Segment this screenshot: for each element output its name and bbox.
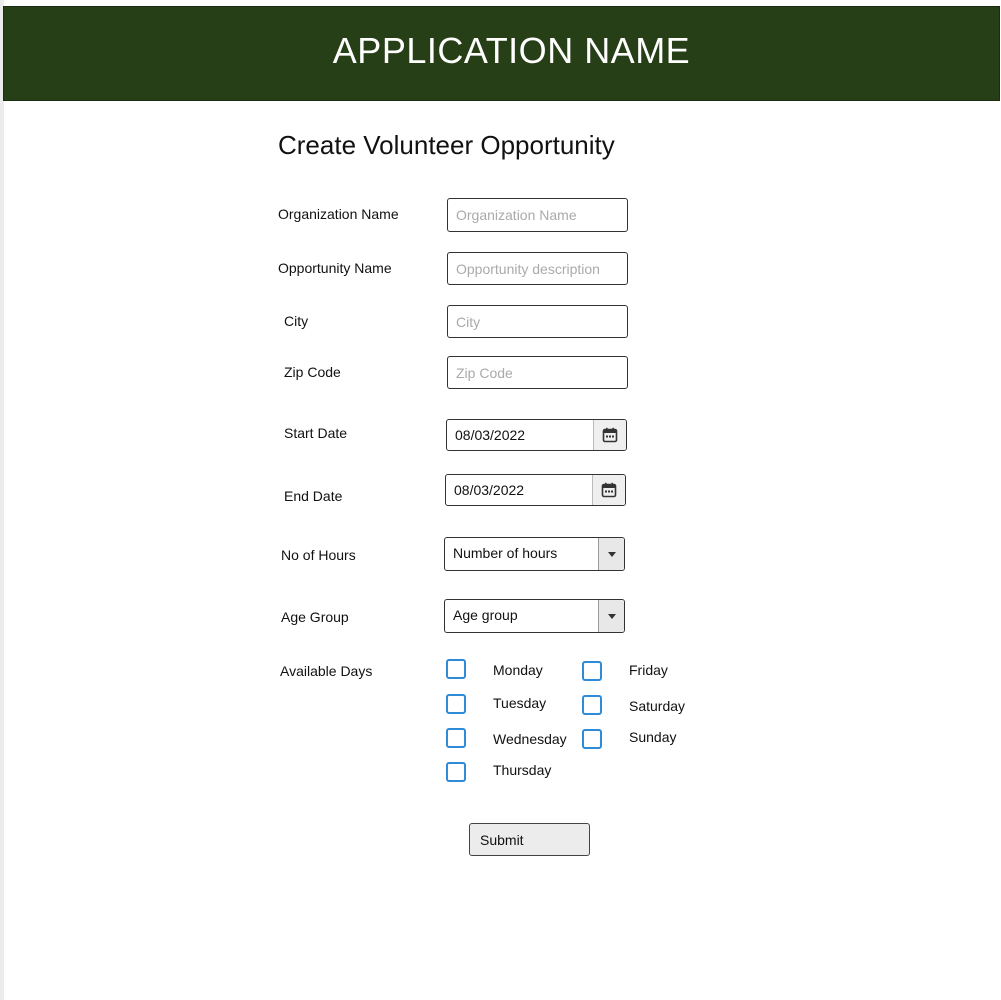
- zip-code-label: Zip Code: [284, 364, 341, 380]
- monday-label: Monday: [493, 662, 543, 678]
- age-group-selected-value: Age group: [453, 607, 518, 623]
- city-input[interactable]: [447, 305, 628, 338]
- tuesday-checkbox[interactable]: [446, 694, 466, 714]
- calendar-icon[interactable]: [592, 475, 625, 505]
- submit-button[interactable]: Submit: [469, 823, 590, 856]
- hours-selected-value: Number of hours: [453, 545, 558, 561]
- page-title: Create Volunteer Opportunity: [278, 130, 615, 160]
- left-edge: [0, 0, 4, 1000]
- end-date-value: 08/03/2022: [454, 482, 525, 498]
- tuesday-label: Tuesday: [493, 695, 547, 711]
- wednesday-label: Wednesday: [493, 731, 567, 747]
- start-date-input[interactable]: 08/03/2022: [446, 419, 627, 451]
- app-header: APPLICATION NAME: [3, 6, 1000, 101]
- city-label: City: [284, 313, 309, 329]
- hours-label: No of Hours: [281, 547, 356, 563]
- calendar-icon[interactable]: [593, 420, 626, 450]
- friday-label: Friday: [629, 662, 668, 678]
- thursday-label: Thursday: [493, 762, 552, 778]
- thursday-checkbox[interactable]: [446, 762, 466, 782]
- zip-code-input[interactable]: [447, 356, 628, 389]
- sunday-checkbox[interactable]: [582, 729, 602, 749]
- wednesday-checkbox[interactable]: [446, 728, 466, 748]
- start-date-label: Start Date: [284, 425, 348, 441]
- age-group-label: Age Group: [281, 609, 349, 625]
- available-days-label: Available Days: [280, 663, 373, 679]
- opportunity-name-label: Opportunity Name: [278, 260, 392, 276]
- saturday-checkbox[interactable]: [582, 695, 602, 715]
- friday-checkbox[interactable]: [582, 661, 602, 681]
- opportunity-name-input[interactable]: [447, 252, 628, 285]
- organization-name-label: Organization Name: [278, 206, 399, 222]
- end-date-input[interactable]: 08/03/2022: [445, 474, 626, 506]
- caret-down-icon[interactable]: [598, 600, 624, 632]
- age-group-select[interactable]: Age group: [444, 599, 625, 633]
- sunday-label: Sunday: [629, 729, 677, 745]
- hours-select[interactable]: Number of hours: [444, 537, 625, 571]
- app-name: APPLICATION NAME: [332, 29, 691, 71]
- saturday-label: Saturday: [629, 698, 686, 714]
- end-date-label: End Date: [284, 488, 343, 504]
- start-date-value: 08/03/2022: [455, 427, 526, 443]
- organization-name-input[interactable]: [447, 198, 628, 232]
- monday-checkbox[interactable]: [446, 659, 466, 679]
- caret-down-icon[interactable]: [598, 538, 624, 570]
